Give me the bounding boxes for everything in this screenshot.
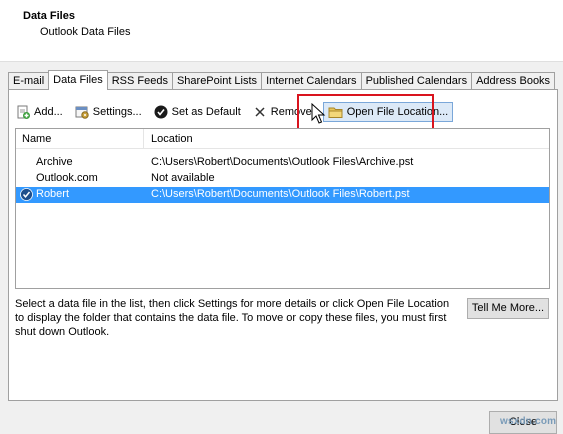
set-default-button[interactable]: Set as Default xyxy=(153,102,241,122)
row-name: Robert xyxy=(36,188,70,200)
tab-published-calendars[interactable]: Published Calendars xyxy=(360,72,473,90)
list-header: Name Location xyxy=(16,129,549,149)
column-divider[interactable] xyxy=(143,129,144,149)
tab-email[interactable]: E-mail xyxy=(8,72,50,90)
row-location: C:\Users\Robert\Documents\Outlook Files\… xyxy=(151,188,410,200)
column-location-header[interactable]: Location xyxy=(151,133,193,145)
tab-sharepoint-lists[interactable]: SharePoint Lists xyxy=(171,72,263,90)
add-icon xyxy=(15,104,31,120)
header-title: Data Files xyxy=(23,10,75,22)
data-files-panel: Add... Settings... Set as Default Remove… xyxy=(8,89,558,401)
settings-icon xyxy=(74,104,90,120)
column-name-header[interactable]: Name xyxy=(22,133,51,145)
row-name: Archive xyxy=(36,156,73,168)
header-subtitle: Outlook Data Files xyxy=(40,26,131,38)
settings-label: Settings... xyxy=(92,106,142,118)
tab-rss-feeds[interactable]: RSS Feeds xyxy=(106,72,173,90)
default-check-icon xyxy=(20,188,33,201)
add-label: Add... xyxy=(34,106,63,118)
dialog-header: Data Files Outlook Data Files xyxy=(0,0,563,62)
tab-data-files[interactable]: Data Files xyxy=(48,70,108,90)
list-item-outlook-com[interactable]: Outlook.com Not available xyxy=(16,171,549,187)
list-item-archive[interactable]: Archive C:\Users\Robert\Documents\Outloo… xyxy=(16,155,549,171)
tab-address-books[interactable]: Address Books xyxy=(471,72,556,90)
watermark: wsxdn.com xyxy=(500,416,557,427)
cursor-icon xyxy=(311,102,327,127)
description-text: Select a data file in the list, then cli… xyxy=(15,298,450,338)
data-file-list[interactable]: Name Location Archive C:\Users\Robert\Do… xyxy=(15,128,550,289)
settings-button[interactable]: Settings... xyxy=(74,102,142,122)
row-location: Not available xyxy=(151,172,215,184)
row-name: Outlook.com xyxy=(36,172,98,184)
list-item-robert[interactable]: Robert C:\Users\Robert\Documents\Outlook… xyxy=(16,187,549,203)
row-location: C:\Users\Robert\Documents\Outlook Files\… xyxy=(151,156,414,168)
remove-x-icon xyxy=(252,104,268,120)
checkmark-circle-icon xyxy=(153,104,169,120)
tab-bar: E-mail Data Files RSS Feeds SharePoint L… xyxy=(8,70,556,90)
tell-me-more-button[interactable]: Tell Me More... xyxy=(467,298,549,319)
tab-internet-calendars[interactable]: Internet Calendars xyxy=(261,72,362,90)
set-default-label: Set as Default xyxy=(171,106,241,118)
add-button[interactable]: Add... xyxy=(15,102,63,122)
